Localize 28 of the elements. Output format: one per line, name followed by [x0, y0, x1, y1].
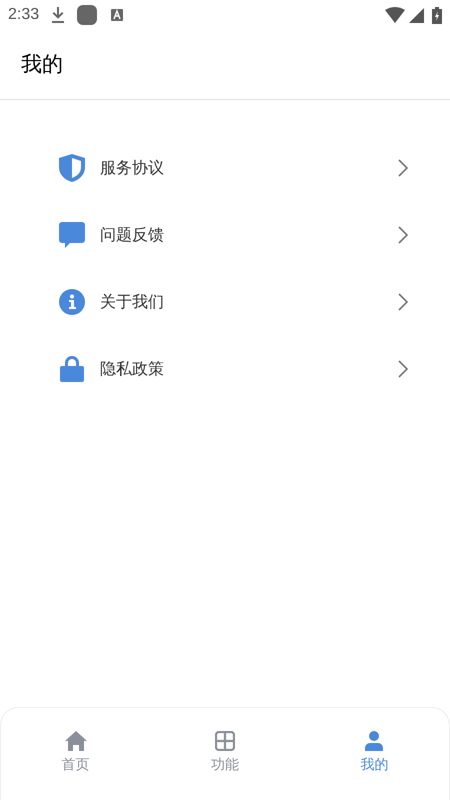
menu-item[interactable]: 问题反馈 [58, 201, 408, 268]
menu-label: 问题反馈 [100, 224, 165, 246]
app-icon [77, 5, 98, 25]
menu-label: 服务协议 [100, 156, 165, 178]
status-time: 2:33 [8, 5, 40, 25]
chat-icon [59, 222, 85, 248]
chevron-icon [398, 292, 408, 310]
menu-label: 关于我们 [100, 290, 165, 312]
person-icon [365, 731, 384, 751]
download-icon [51, 7, 66, 23]
chevron-icon [398, 226, 408, 244]
lock-icon [60, 356, 84, 382]
info-icon [59, 288, 85, 314]
battery-icon [432, 6, 442, 24]
menu-item[interactable]: 隐私政策 [58, 335, 408, 402]
signal-icon [409, 8, 424, 22]
grid-icon [214, 731, 235, 751]
chevron-icon [398, 158, 408, 176]
nav-tab[interactable]: 我的 [300, 708, 449, 800]
font-icon [111, 9, 124, 21]
page-title: 我的 [21, 50, 63, 78]
shield-icon [59, 154, 85, 182]
chevron-icon [398, 360, 408, 378]
menu-label: 隐私政策 [100, 358, 165, 380]
wifi-icon [385, 7, 405, 23]
home-icon [64, 731, 87, 751]
menu-item[interactable]: 关于我们 [58, 268, 408, 335]
menu-item[interactable]: 服务协议 [58, 134, 408, 201]
